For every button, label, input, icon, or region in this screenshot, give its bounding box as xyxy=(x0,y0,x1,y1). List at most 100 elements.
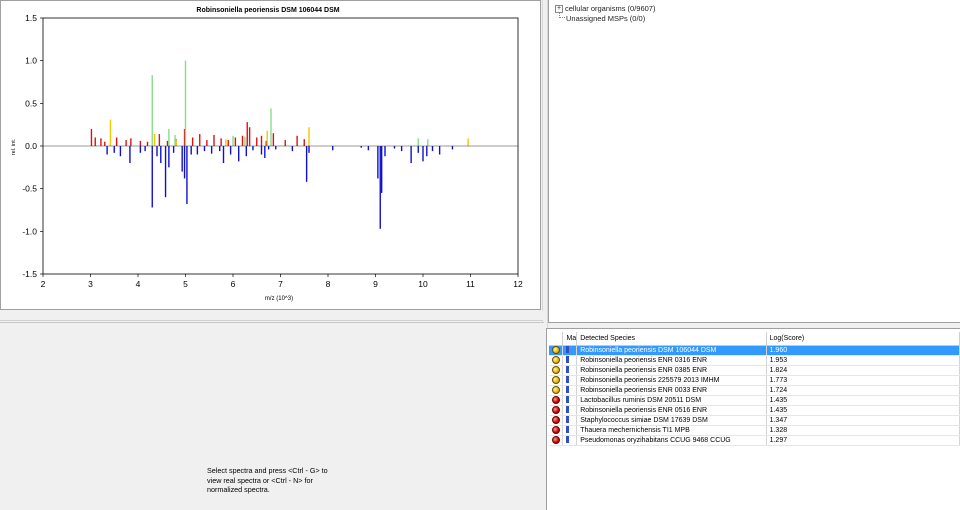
info-icon[interactable] xyxy=(566,366,570,374)
column-header-status[interactable] xyxy=(549,332,564,346)
x-tick-label: 11 xyxy=(466,279,475,289)
info-icon[interactable] xyxy=(566,416,570,424)
x-tick-label: 2 xyxy=(41,279,46,289)
spectrum-chart[interactable]: Robinsoniella peoriensis DSM 106044 DSM … xyxy=(1,1,540,309)
status-cell xyxy=(549,365,564,376)
species-cell: Robinsoniella peoriensis ENR 0385 ENR xyxy=(576,365,767,376)
tree-connector-line xyxy=(559,12,565,18)
species-cell: Thauera mechernichensis TI1 MPB xyxy=(576,425,767,436)
x-axis-label: m/z (10^3) xyxy=(265,296,293,302)
spectra-hint-panel: Select spectra and press <Ctrl - G> to v… xyxy=(0,322,544,510)
score-cell: 1.773 xyxy=(766,375,960,386)
chart-title: Robinsoniella peoriensis DSM 106044 DSM xyxy=(196,7,339,14)
status-cell xyxy=(549,385,564,396)
y-tick-label: -1.5 xyxy=(22,269,37,279)
info-icon[interactable] xyxy=(566,386,570,394)
yellow-status-icon xyxy=(552,355,560,364)
table-row[interactable]: Robinsoniella peoriensis ENR 0033 ENR 1.7… xyxy=(549,385,960,396)
red-status-icon xyxy=(552,395,560,404)
info-cell[interactable] xyxy=(562,375,578,386)
taxonomy-tree-panel[interactable]: + cellular organisms (0/9607) Unassigned… xyxy=(548,0,960,323)
column-header-detected-species[interactable]: Detected Species xyxy=(576,332,767,346)
status-cell xyxy=(549,425,564,436)
score-cell: 1.953 xyxy=(766,355,960,366)
y-tick-label: 0.0 xyxy=(25,141,37,151)
table-row[interactable]: Thauera mechernichensis TI1 MPB 1.328 xyxy=(549,425,960,436)
score-cell: 1.724 xyxy=(766,385,960,396)
x-tick-label: 5 xyxy=(183,279,188,289)
score-cell: 1.328 xyxy=(766,425,960,436)
info-cell[interactable] xyxy=(562,365,578,376)
tree-item-label: cellular organisms (0/9607) xyxy=(565,4,656,13)
info-cell[interactable] xyxy=(562,405,578,416)
horizontal-splitter[interactable] xyxy=(0,311,543,321)
info-cell[interactable] xyxy=(562,355,578,366)
species-cell: Robinsoniella peoriensis ENR 0516 ENR xyxy=(576,405,767,416)
species-cell: Pseudomonas oryzihabitans CCUG 9468 CCUG xyxy=(576,435,767,446)
y-tick-label: 1.0 xyxy=(25,56,37,66)
x-tick-label: 10 xyxy=(418,279,428,289)
x-tick-label: 8 xyxy=(326,279,331,289)
score-cell: 1.435 xyxy=(766,395,960,406)
y-tick-label: 1.5 xyxy=(25,13,37,23)
y-tick-label: -1.0 xyxy=(22,226,37,236)
info-icon[interactable] xyxy=(566,346,570,354)
table-row[interactable]: Pseudomonas oryzihabitans CCUG 9468 CCUG… xyxy=(549,435,960,446)
yellow-status-icon xyxy=(552,385,560,394)
status-cell xyxy=(549,395,564,406)
info-cell[interactable] xyxy=(562,395,578,406)
info-icon[interactable] xyxy=(566,406,570,414)
hint-text: Select spectra and press <Ctrl - G> to v… xyxy=(207,466,328,494)
info-icon[interactable] xyxy=(566,436,570,444)
status-cell xyxy=(549,345,564,356)
spectrum-panel[interactable]: Robinsoniella peoriensis DSM 106044 DSM … xyxy=(0,0,541,310)
score-cell: 1.347 xyxy=(766,415,960,426)
results-panel[interactable]: Ma Detected Species Log(Score) Robinsoni… xyxy=(546,328,960,510)
yellow-status-icon xyxy=(552,345,560,354)
table-row[interactable]: Robinsoniella peoriensis ENR 0316 ENR 1.9… xyxy=(549,355,960,366)
table-row[interactable]: Robinsoniella peoriensis ENR 0385 ENR 1.8… xyxy=(549,365,960,376)
info-icon[interactable] xyxy=(566,426,570,434)
status-cell xyxy=(549,405,564,416)
results-table[interactable]: Ma Detected Species Log(Score) Robinsoni… xyxy=(549,332,960,446)
info-icon[interactable] xyxy=(566,396,570,404)
score-cell: 1.824 xyxy=(766,365,960,376)
yellow-status-icon xyxy=(552,375,560,384)
y-tick-label: -0.5 xyxy=(22,184,37,194)
status-cell xyxy=(549,435,564,446)
species-cell: Robinsoniella peoriensis DSM 106044 DSM xyxy=(576,345,767,356)
info-icon[interactable] xyxy=(566,356,570,364)
status-cell xyxy=(549,355,564,366)
info-icon[interactable] xyxy=(566,376,570,384)
table-header-row: Ma Detected Species Log(Score) xyxy=(549,332,960,346)
tree-item-label: Unassigned MSPs (0/0) xyxy=(566,14,646,23)
species-cell: Staphylococcus simiae DSM 17639 DSM xyxy=(576,415,767,426)
x-tick-label: 7 xyxy=(278,279,283,289)
table-row[interactable]: Robinsoniella peoriensis 225579 2013 IMH… xyxy=(549,375,960,386)
info-cell[interactable] xyxy=(562,415,578,426)
info-cell[interactable] xyxy=(562,425,578,436)
y-axis-label: rel. int. xyxy=(11,138,17,155)
red-status-icon xyxy=(552,425,560,434)
table-row[interactable]: Robinsoniella peoriensis DSM 106044 DSM 1… xyxy=(549,345,960,356)
species-cell: Robinsoniella peoriensis 225579 2013 IMH… xyxy=(576,375,767,386)
score-cell: 1.960 xyxy=(766,345,960,356)
red-status-icon xyxy=(552,405,560,414)
column-header-ma[interactable]: Ma xyxy=(562,332,578,346)
yellow-status-icon xyxy=(552,365,560,374)
table-row[interactable]: Staphylococcus simiae DSM 17639 DSM 1.347 xyxy=(549,415,960,426)
info-cell[interactable] xyxy=(562,385,578,396)
x-tick-label: 6 xyxy=(231,279,236,289)
score-cell: 1.297 xyxy=(766,435,960,446)
x-tick-label: 3 xyxy=(88,279,93,289)
column-header-log-score[interactable]: Log(Score) xyxy=(766,332,960,346)
red-status-icon xyxy=(552,415,560,424)
table-row[interactable]: Lactobacillus ruminis DSM 20511 DSM 1.435 xyxy=(549,395,960,406)
info-cell[interactable] xyxy=(562,345,578,356)
x-tick-label: 12 xyxy=(513,279,523,289)
table-row[interactable]: Robinsoniella peoriensis ENR 0516 ENR 1.4… xyxy=(549,405,960,416)
tree-item-unassigned-msps[interactable]: Unassigned MSPs (0/0) xyxy=(566,13,645,24)
info-cell[interactable] xyxy=(562,435,578,446)
score-cell: 1.435 xyxy=(766,405,960,416)
x-tick-label: 9 xyxy=(373,279,378,289)
